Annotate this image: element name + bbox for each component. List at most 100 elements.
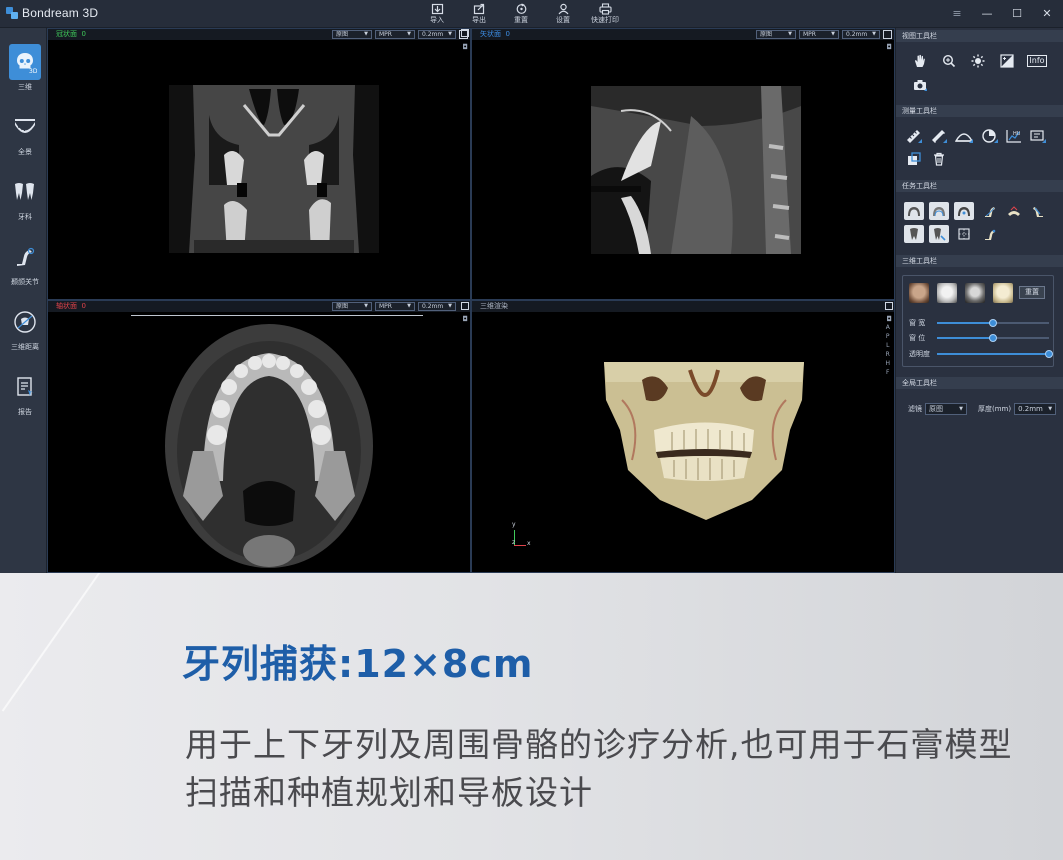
menu-button[interactable]: ≡ <box>949 5 965 21</box>
coronal-mode-select[interactable]: MPR ▼ <box>375 30 415 39</box>
orient-anterior[interactable]: A <box>885 323 890 332</box>
layout-toggle-icon[interactable] <box>885 302 893 310</box>
minimize-button[interactable]: — <box>979 5 995 21</box>
arch-upper-icon[interactable] <box>904 202 924 220</box>
coronal-viewport[interactable]: 冠状面 0 原图 ▼ MPR ▼ 0.2mm ▼ ◘ <box>47 28 471 300</box>
skin-preset-icon[interactable] <box>909 283 929 303</box>
window-level-fill <box>937 337 993 339</box>
task-tools-header: 任务工具栏 <box>896 180 1063 192</box>
close-button[interactable]: ✕ <box>1039 5 1055 21</box>
axial-mode-value: MPR <box>379 303 392 310</box>
nav-item-3d[interactable]: 3D 三维 <box>7 42 43 96</box>
maximize-button[interactable]: ☐ <box>1009 5 1025 21</box>
arch-lower-icon[interactable] <box>929 202 949 220</box>
window-width-knob[interactable] <box>989 319 997 327</box>
nav-item-panorama[interactable]: 全景 <box>7 107 43 161</box>
nerve-left-icon[interactable] <box>980 202 1000 220</box>
axis-gizmo: y z x <box>510 521 534 550</box>
opacity-slider[interactable]: 透明度 <box>909 349 1053 359</box>
render3d-skull-image <box>604 362 804 520</box>
axial-filter-select[interactable]: 原图 ▼ <box>332 302 372 311</box>
orient-posterior[interactable]: P <box>885 332 890 341</box>
angle-icon[interactable] <box>954 127 974 145</box>
coronal-thickness-select[interactable]: 0.2mm ▼ <box>418 30 456 39</box>
quick-print-button[interactable]: 快速打印 <box>590 3 620 24</box>
crop-box-icon[interactable] <box>954 225 974 243</box>
window-controls: ≡ — ☐ ✕ <box>949 5 1055 21</box>
panorama-arch-icon <box>9 109 41 145</box>
export-button[interactable]: 导出 <box>464 3 494 24</box>
nav-label-dental: 牙科 <box>18 213 32 221</box>
trash-icon[interactable] <box>929 150 949 168</box>
nav-item-tmj[interactable]: 颞颌关节 <box>7 237 43 291</box>
dark-bone-preset-icon[interactable] <box>965 283 985 303</box>
axial-filter-value: 原图 <box>336 303 349 310</box>
viewport-grid: 冠状面 0 原图 ▼ MPR ▼ 0.2mm ▼ ◘ 矢状面 0 原图 ▼ MP… <box>47 28 895 573</box>
opacity-track[interactable] <box>937 350 1053 358</box>
nav-item-dental[interactable]: 牙科 <box>7 172 43 226</box>
sagittal-filter-select[interactable]: 原图 ▼ <box>756 30 796 39</box>
global-thickness-select[interactable]: 0.2mm ▼ <box>1014 403 1057 415</box>
tooth-marker-icon[interactable] <box>929 225 949 243</box>
orient-foot[interactable]: F <box>885 368 890 377</box>
nerve-right-icon[interactable] <box>1028 202 1048 220</box>
maximize-view-icon[interactable] <box>883 30 892 39</box>
jaw-icon[interactable] <box>980 225 1000 243</box>
orient-left[interactable]: L <box>885 341 890 350</box>
sagittal-mode-select[interactable]: MPR ▼ <box>799 30 839 39</box>
settings-button[interactable]: 设置 <box>548 3 578 24</box>
sagittal-viewport[interactable]: 矢状面 0 原图 ▼ MPR ▼ 0.2mm ▼ ◘ <box>471 28 895 300</box>
reset-button[interactable]: 重置 <box>506 3 536 24</box>
orient-right[interactable]: R <box>885 350 890 359</box>
screenshot-camera-icon[interactable]: ◘ <box>462 315 468 323</box>
implant-icon[interactable] <box>904 225 924 243</box>
nerve-mid-icon[interactable] <box>1004 202 1024 220</box>
hand-pan-icon[interactable] <box>910 52 930 70</box>
window-level-knob[interactable] <box>989 334 997 342</box>
axial-title-text: 轴状面 <box>56 302 77 310</box>
roi-icon[interactable] <box>1028 127 1048 145</box>
hu-histogram-icon[interactable]: HU <box>1004 127 1024 145</box>
sagittal-thickness-select[interactable]: 0.2mm ▼ <box>842 30 880 39</box>
nav-item-report[interactable]: 报告 <box>7 367 43 421</box>
window-width-track[interactable] <box>937 319 1049 327</box>
camera-icon[interactable] <box>910 76 930 94</box>
window-level-track[interactable] <box>937 334 1049 342</box>
arch-full-icon[interactable] <box>954 202 974 220</box>
brightness-icon[interactable] <box>968 52 988 70</box>
zoom-icon[interactable] <box>939 52 959 70</box>
import-button[interactable]: 导入 <box>422 3 452 24</box>
contrast-icon[interactable] <box>997 52 1017 70</box>
screenshot-camera-icon[interactable]: ◘ <box>886 43 892 51</box>
screenshot-camera-icon[interactable]: ◘ <box>886 315 892 323</box>
nav-item-3d-distance[interactable]: 三维距离 <box>7 302 43 356</box>
axial-viewport[interactable]: 轴状面 0 原图 ▼ MPR ▼ 0.2mm ▼ ◘ <box>47 300 471 573</box>
coronal-header: 冠状面 0 原图 ▼ MPR ▼ 0.2mm ▼ <box>48 29 470 40</box>
window-width-slider[interactable]: 窗 宽 <box>909 318 1051 328</box>
render3d-viewport[interactable]: 三维渲染 ◘ A P L R H F y z x <box>471 300 895 573</box>
opacity-knob[interactable] <box>1045 350 1053 358</box>
info-icon[interactable]: Info <box>1027 52 1047 70</box>
screenshot-camera-icon[interactable]: ◘ <box>462 43 468 51</box>
render-reset-button[interactable]: 重置 <box>1019 286 1045 299</box>
layout-toggle-icon[interactable] <box>461 302 469 310</box>
layout-toggle-icon[interactable] <box>461 29 469 37</box>
coronal-index: 0 <box>81 30 86 38</box>
window-width-label: 窗 宽 <box>909 319 926 327</box>
distance-3d-icon <box>9 304 41 340</box>
svg-text:3D: 3D <box>29 68 37 74</box>
axial-mode-select[interactable]: MPR ▼ <box>375 302 415 311</box>
chevron-down-icon: ▼ <box>1048 405 1053 412</box>
global-filter-select[interactable]: 原图 ▼ <box>925 403 967 415</box>
coronal-filter-select[interactable]: 原图 ▼ <box>332 30 372 39</box>
area-icon[interactable] <box>980 127 1000 145</box>
axial-thickness-select[interactable]: 0.2mm ▼ <box>418 302 456 311</box>
ruler-icon[interactable] <box>904 127 924 145</box>
teeth-preset-icon[interactable] <box>993 283 1013 303</box>
window-level-slider[interactable]: 窗 位 <box>909 333 1051 343</box>
bone-preset-icon[interactable] <box>937 283 957 303</box>
orient-head[interactable]: H <box>885 359 890 368</box>
multi-ruler-icon[interactable] <box>929 127 949 145</box>
chevron-down-icon: ▼ <box>959 405 963 412</box>
export-measure-icon[interactable] <box>904 150 924 168</box>
